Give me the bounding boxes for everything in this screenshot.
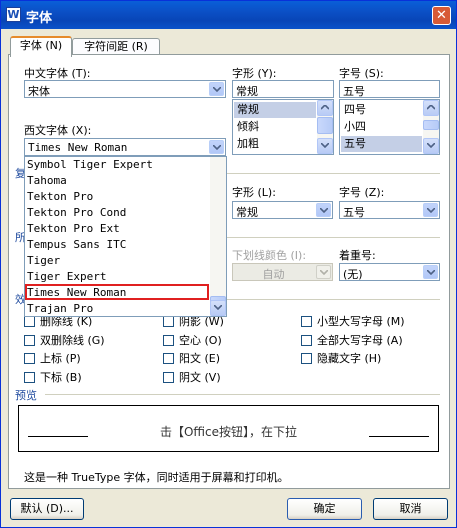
style-option[interactable]: 加粗 (234, 136, 316, 152)
font-option[interactable]: Tekton Pro (27, 190, 209, 206)
size-list[interactable]: 四号 小四 五号 (339, 99, 440, 155)
size2-combo[interactable]: 五号 (339, 201, 440, 219)
western-font-label: 西文字体 (X): (24, 124, 92, 137)
scroll-down-icon[interactable] (210, 300, 226, 316)
subscript-checkbox[interactable]: 下标 (B) (24, 369, 82, 385)
preview-text: 击【Office按钮】，在下拉 (159, 425, 298, 439)
size-scrollbar[interactable] (423, 100, 439, 154)
outline-checkbox[interactable]: 空心 (O) (163, 332, 222, 348)
ok-button[interactable]: 确定 (287, 498, 362, 520)
all-caps-checkbox[interactable]: 全部大写字母 (A) (301, 332, 403, 348)
size-option[interactable]: 四号 (341, 102, 422, 118)
double-strikethrough-checkbox[interactable]: 双删除线 (G) (24, 332, 105, 348)
preview-line (369, 436, 429, 437)
size-input[interactable]: 五号 (339, 80, 440, 98)
font-dropdown-scrollbar[interactable] (210, 157, 226, 316)
style2-combo[interactable]: 常规 (232, 201, 333, 219)
style-value: 常规 (236, 85, 258, 98)
group-separator (227, 173, 440, 174)
western-font-dropdown[interactable]: Symbol Tiger Expert Tahoma Tekton Pro Te… (24, 156, 227, 317)
small-caps-checkbox[interactable]: 小型大写字母 (M) (301, 313, 405, 329)
chevron-down-icon[interactable] (316, 265, 331, 279)
font-option[interactable]: Tekton Pro Cond (27, 206, 209, 222)
western-font-value: Times New Roman (28, 141, 128, 154)
group-separator (227, 237, 440, 238)
underline-color-value: 自动 (262, 268, 285, 281)
chevron-down-icon[interactable] (209, 82, 224, 96)
style2-label: 字形 (L): (232, 186, 276, 199)
close-icon: ✕ (436, 8, 447, 23)
style-option[interactable]: 常规 (234, 102, 316, 118)
group-separator (227, 299, 440, 300)
scroll-down-icon[interactable] (423, 138, 439, 154)
size-label: 字号 (S): (339, 67, 384, 80)
western-font-combo[interactable]: Times New Roman (24, 138, 226, 156)
hidden-checkbox[interactable]: 隐藏文字 (H) (301, 350, 381, 366)
style-scrollbar[interactable] (317, 100, 333, 154)
style-list[interactable]: 常规 倾斜 加粗 (232, 99, 334, 155)
font-dialog: W 字体 ✕ 字体 (N) 字符间距 (R) 中文字体 (T): 宋体 字形 (… (0, 0, 457, 528)
scroll-thumb[interactable] (423, 120, 439, 130)
emboss-checkbox[interactable]: 阳文 (E) (163, 350, 220, 366)
style-label: 字形 (Y): (232, 67, 277, 80)
chevron-down-icon[interactable] (209, 140, 224, 154)
close-button[interactable]: ✕ (432, 6, 451, 25)
group-separator (45, 394, 440, 395)
preview-box: 击【Office按钮】，在下拉 (18, 405, 439, 452)
emphasis-label: 着重号: (339, 249, 376, 262)
scroll-thumb[interactable] (317, 117, 333, 134)
font-option[interactable]: Tiger (27, 254, 209, 270)
font-option[interactable]: Symbol Tiger Expert (27, 158, 209, 174)
font-info-text: 这是一种 TrueType 字体，同时适用于屏幕和打印机。 (24, 471, 289, 484)
style2-value: 常规 (236, 206, 258, 219)
font-option[interactable]: Trajan Pro (27, 302, 209, 316)
default-button[interactable]: 默认 (D)... (10, 498, 84, 520)
size2-label: 字号 (Z): (339, 186, 385, 199)
chinese-font-value: 宋体 (28, 85, 50, 98)
size-option[interactable]: 五号 (341, 136, 422, 152)
size-option[interactable]: 小四 (341, 119, 422, 135)
window-title: 字体 (26, 11, 53, 26)
style-input[interactable]: 常规 (232, 80, 334, 98)
emphasis-value: (无) (343, 268, 363, 281)
preview-label: 预览 (15, 389, 37, 402)
scroll-up-icon[interactable] (423, 100, 439, 116)
size-value: 五号 (343, 85, 365, 98)
engrave-checkbox[interactable]: 阴文 (V) (163, 369, 221, 385)
font-option[interactable]: Tahoma (27, 174, 209, 190)
chevron-down-icon[interactable] (423, 203, 438, 217)
title-bar: W 字体 ✕ (1, 1, 456, 29)
size2-value: 五号 (343, 206, 365, 219)
chevron-down-icon[interactable] (316, 203, 331, 217)
cancel-button[interactable]: 取消 (373, 498, 448, 520)
highlight-box (25, 284, 209, 300)
chevron-down-icon[interactable] (423, 265, 438, 279)
superscript-checkbox[interactable]: 上标 (P) (24, 350, 81, 366)
chinese-font-label: 中文字体 (T): (24, 67, 91, 80)
font-option[interactable]: Tekton Pro Ext (27, 222, 209, 238)
tab-font[interactable]: 字体 (N) (10, 36, 72, 57)
scroll-up-icon[interactable] (317, 100, 333, 116)
underline-color-combo[interactable]: 自动 (232, 263, 333, 281)
font-option[interactable]: Tempus Sans ITC (27, 238, 209, 254)
emphasis-combo[interactable]: (无) (339, 263, 440, 281)
chinese-font-combo[interactable]: 宋体 (24, 80, 226, 98)
word-icon: W (6, 7, 21, 22)
scroll-down-icon[interactable] (317, 138, 333, 154)
style-option[interactable]: 倾斜 (234, 119, 316, 135)
underline-color-label: 下划线颜色 (I): (232, 249, 307, 262)
